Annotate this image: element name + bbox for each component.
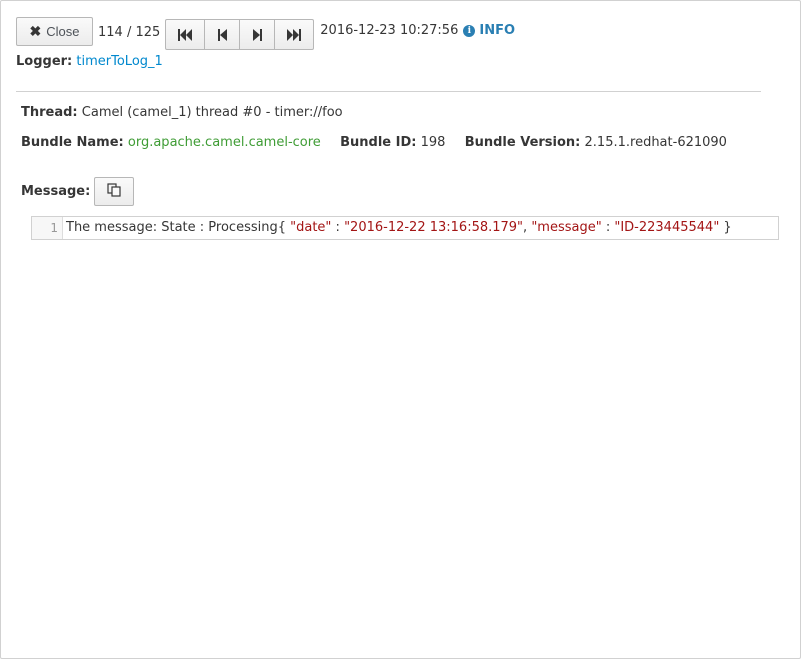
bundle-version-label: Bundle Version:	[464, 135, 581, 150]
info-icon: i	[463, 24, 476, 37]
copy-message-button[interactable]	[94, 177, 135, 206]
section-divider	[16, 91, 761, 92]
logger-row: Logger: timerToLog_1	[16, 54, 163, 69]
close-label: Close	[46, 24, 80, 39]
bundle-row: Bundle Name: org.apache.camel.camel-core…	[21, 135, 727, 150]
bundle-name-value: org.apache.camel.camel-core	[127, 135, 321, 150]
logger-label: Logger:	[16, 54, 73, 69]
first-icon	[178, 28, 193, 41]
bundle-id-label: Bundle ID:	[340, 135, 417, 150]
message-code-line: The message: State : Processing{ "date" …	[63, 217, 732, 239]
message-suffix: }	[719, 220, 732, 235]
message-label: Message:	[21, 184, 91, 199]
bundle-id-value: 198	[420, 135, 446, 150]
last-entry-button[interactable]	[274, 19, 315, 50]
close-icon: ✖	[29, 23, 42, 39]
message-row: Message:	[21, 177, 135, 206]
json-key-date: "date"	[290, 220, 332, 235]
message-prefix: The message: State : Processing{	[66, 220, 291, 235]
line-number: 1	[32, 217, 63, 239]
json-value-date: "2016-12-22 13:16:58.179"	[344, 220, 524, 235]
close-button[interactable]: ✖ Close	[16, 17, 93, 46]
message-code-viewer[interactable]: 1 The message: State : Processing{ "date…	[31, 216, 779, 240]
log-entry-panel: ✖ Close 114 / 125 2016-12-23 10:27:56 i …	[0, 0, 801, 659]
json-separator: :	[331, 220, 345, 235]
first-entry-button[interactable]	[165, 19, 206, 50]
navigation-button-group	[165, 19, 315, 50]
next-entry-button[interactable]	[239, 19, 276, 50]
previous-icon	[217, 28, 227, 41]
logger-link[interactable]: timerToLog_1	[76, 54, 162, 69]
next-icon	[252, 28, 262, 41]
bundle-name-label: Bundle Name:	[21, 135, 124, 150]
thread-label: Thread:	[21, 105, 78, 120]
log-toolbar: ✖ Close 114 / 125 2016-12-23 10:27:56 i …	[16, 17, 515, 50]
copy-icon	[107, 183, 121, 200]
json-value-message: "ID-223445544"	[614, 220, 720, 235]
log-timestamp: 2016-12-23 10:27:56	[320, 23, 459, 38]
json-key-message: "message"	[531, 220, 602, 235]
thread-value: Camel (camel_1) thread #0 - timer://foo	[81, 105, 343, 120]
entry-counter: 114 / 125	[98, 25, 161, 40]
thread-row: Thread: Camel (camel_1) thread #0 - time…	[21, 105, 343, 120]
log-level-label: INFO	[479, 23, 516, 38]
json-separator: :	[601, 220, 615, 235]
previous-entry-button[interactable]	[204, 19, 241, 50]
last-icon	[287, 28, 302, 41]
bundle-version-value: 2.15.1.redhat-621090	[584, 135, 727, 150]
log-level-badge: i INFO	[463, 23, 515, 38]
